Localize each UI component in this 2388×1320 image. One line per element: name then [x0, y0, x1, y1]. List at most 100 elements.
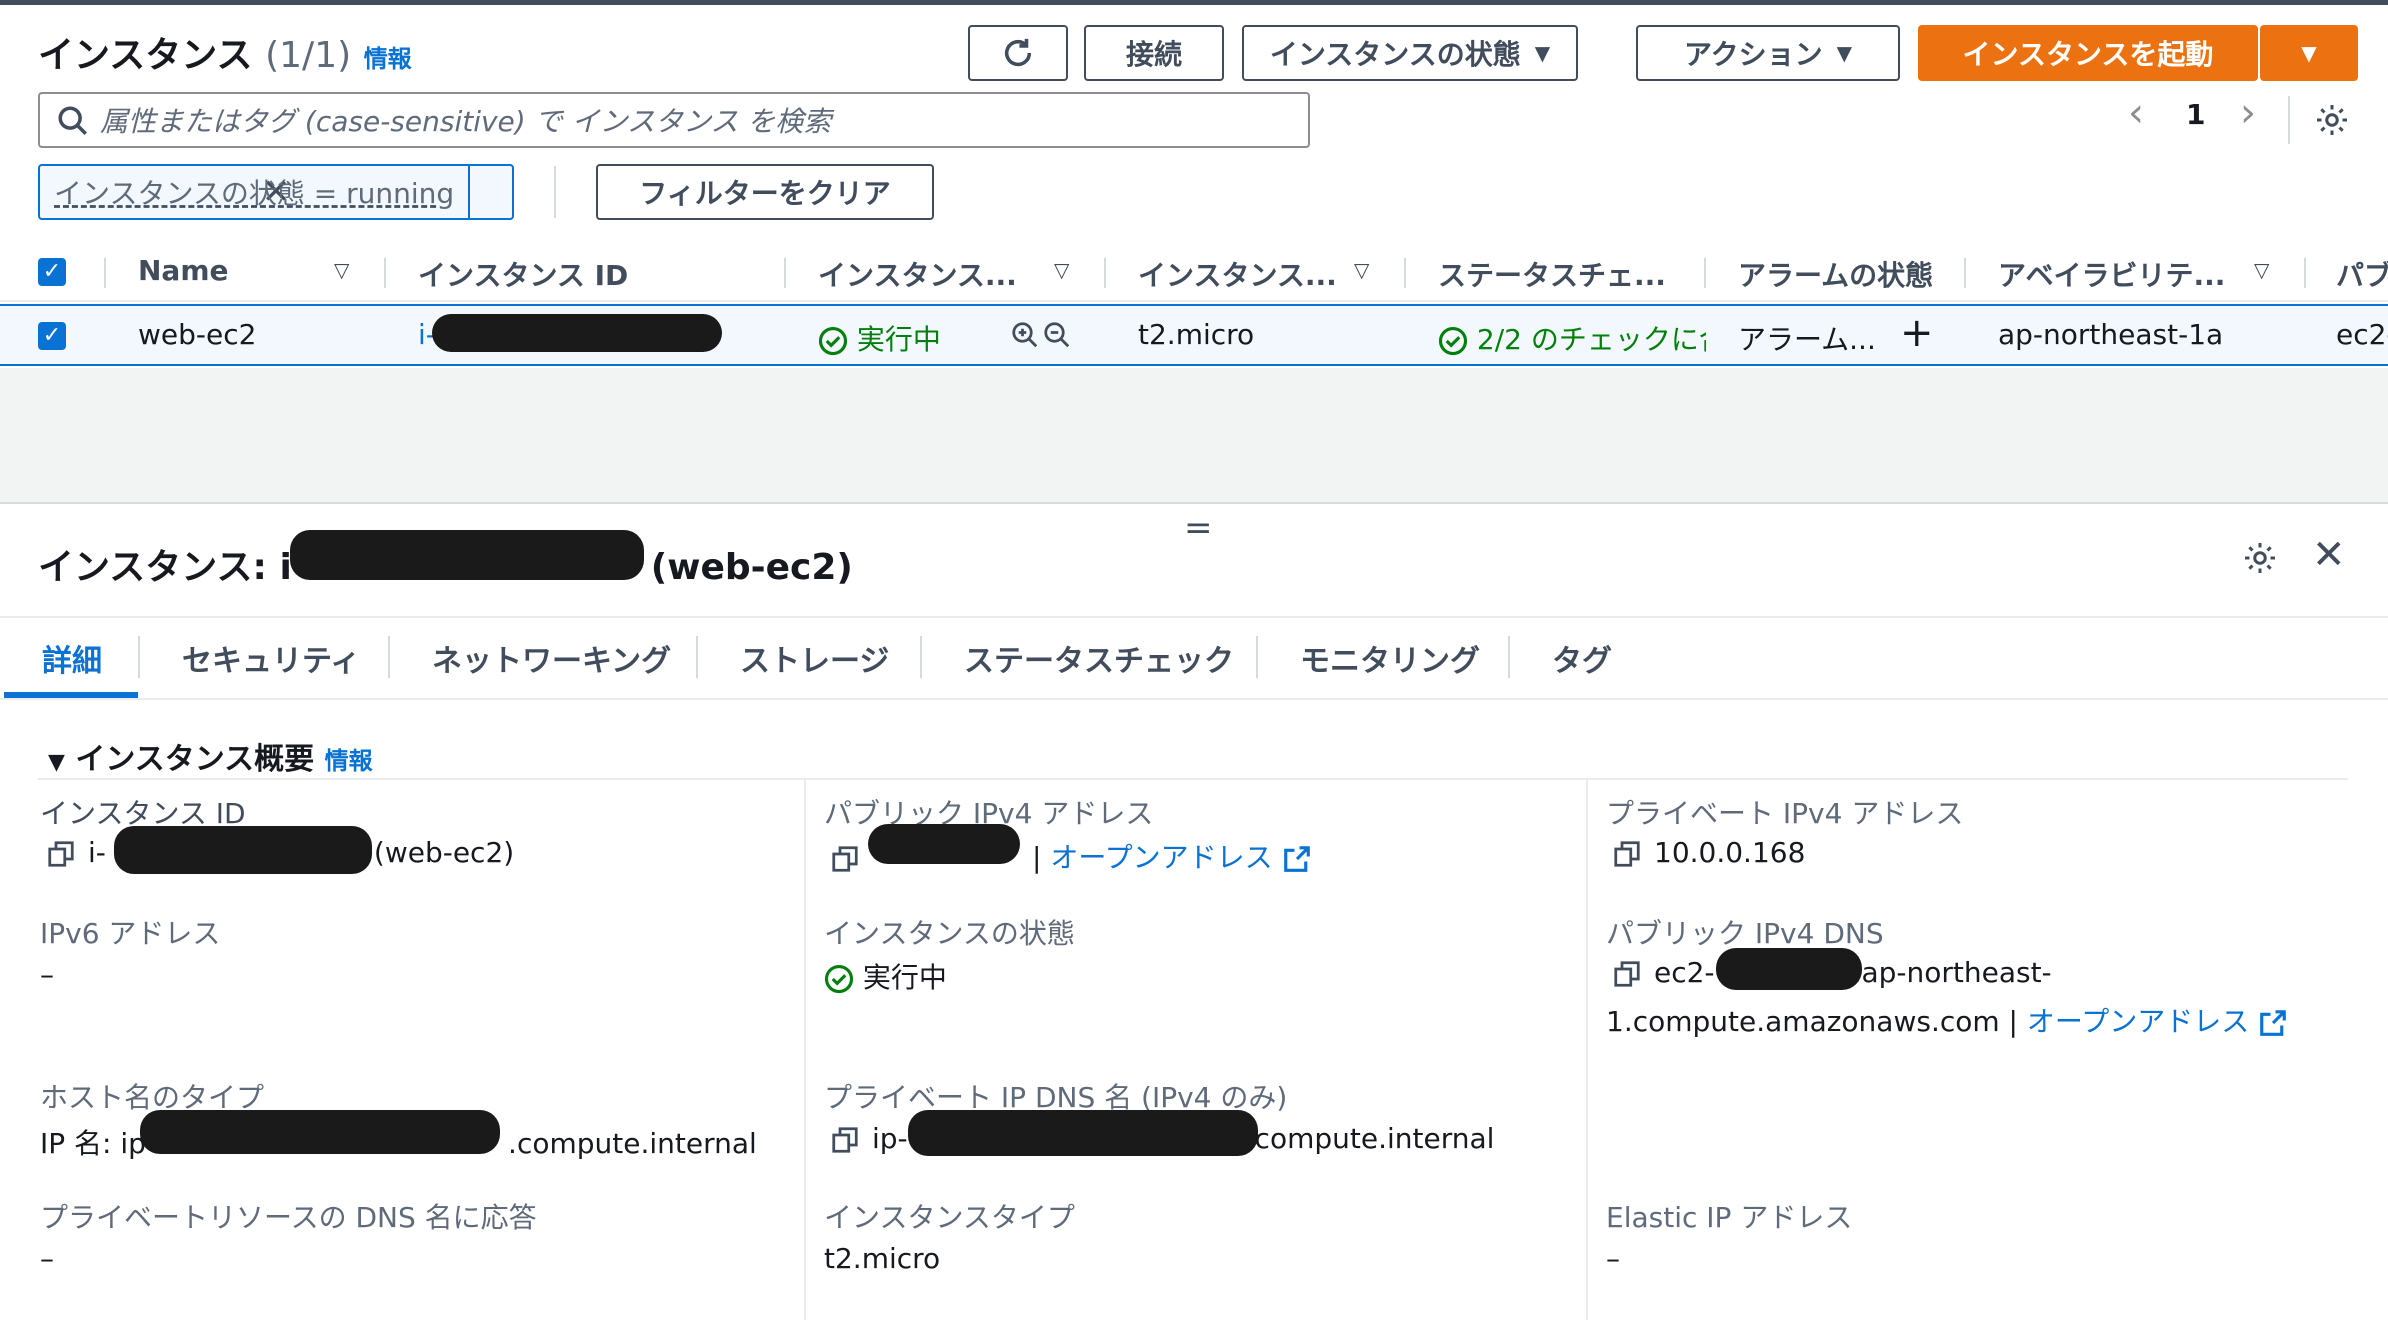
sort-icon[interactable]: ▽	[334, 258, 349, 282]
next-page-button[interactable]: ›	[2240, 90, 2256, 136]
column-divider	[1586, 780, 1588, 1320]
column-divider	[384, 258, 386, 288]
sort-icon[interactable]: ▽	[1354, 258, 1369, 282]
instance-count: (1/1)	[265, 35, 352, 76]
search-icon	[58, 106, 88, 136]
instance-state-value: 実行中	[824, 956, 947, 996]
resource-dns-value: –	[40, 1242, 54, 1275]
instance-id-prefix: i-	[88, 836, 106, 869]
public-dns-suffix: .ap-northeast-	[1852, 956, 2052, 989]
redaction	[868, 824, 1020, 864]
redaction	[908, 1110, 1258, 1156]
public-dns-line2-text: 1.compute.amazonaws.com |	[1606, 1005, 2018, 1038]
tab-details[interactable]: 詳細	[42, 636, 102, 680]
open-address-link[interactable]: オープンアドレス	[2027, 1005, 2249, 1038]
filter-token-label: インスタンスの状態 = running	[40, 166, 471, 218]
launch-instance-button[interactable]: インスタンスを起動	[1918, 25, 2258, 81]
search-placeholder: 属性またはタグ (case-sensitive) で インスタンス を検索	[100, 105, 832, 138]
column-header-status-check[interactable]: ステータスチェ...	[1438, 254, 1666, 294]
tab-status-checks[interactable]: ステータスチェック	[964, 636, 1234, 680]
divider	[2288, 96, 2290, 144]
external-link-icon[interactable]	[2258, 1008, 2288, 1038]
cell-status-check: 2/2 のチェックに合	[1438, 318, 1706, 358]
detail-title-prefix: インスタンス: i-	[38, 547, 307, 588]
collapse-caret-icon: ▼	[48, 750, 65, 775]
column-header-alarm-status[interactable]: アラームの状態	[1738, 254, 1933, 294]
instance-state-dropdown[interactable]: インスタンスの状態 ▼	[1242, 25, 1578, 81]
section-info-link[interactable]: 情報	[325, 747, 373, 775]
tab-divider	[388, 636, 390, 678]
hostname-prefix: IP 名: ip-	[40, 1127, 157, 1160]
search-input[interactable]: 属性またはタグ (case-sensitive) で インスタンス を検索	[38, 92, 1310, 148]
cell-name: web-ec2	[138, 318, 257, 351]
settings-gear-icon[interactable]	[2314, 102, 2350, 138]
sort-icon[interactable]: ▽	[1054, 258, 1069, 282]
tab-tags[interactable]: タグ	[1552, 636, 1612, 680]
ipv6-value: –	[40, 958, 54, 991]
copy-icon[interactable]	[1612, 959, 1642, 989]
column-divider	[1964, 258, 1966, 288]
panel-settings-gear-icon[interactable]	[2242, 540, 2278, 576]
section-header[interactable]: ▼ インスタンス概要 情報	[48, 734, 373, 778]
section-title: インスタンス概要	[75, 742, 315, 777]
page-number[interactable]: 1	[2186, 98, 2205, 131]
copy-icon[interactable]	[830, 1125, 860, 1155]
launch-label: インスタンスを起動	[1962, 38, 2214, 71]
connect-button[interactable]: 接続	[1084, 25, 1224, 81]
close-panel-icon[interactable]: ✕	[2312, 532, 2346, 578]
clear-filters-button[interactable]: フィルターをクリア	[596, 164, 934, 220]
tab-storage[interactable]: ストレージ	[740, 636, 889, 680]
prev-page-button[interactable]: ‹	[2128, 90, 2144, 136]
refresh-button[interactable]	[968, 25, 1068, 81]
column-divider	[1104, 258, 1106, 288]
caret-down-icon: ▼	[1534, 41, 1551, 65]
public-dns-prefix: ec2-	[1654, 956, 1715, 989]
check-circle-icon	[818, 326, 848, 356]
column-divider	[1704, 258, 1706, 288]
sort-icon[interactable]: ▽	[2254, 258, 2269, 282]
info-link[interactable]: 情報	[364, 45, 412, 73]
resource-dns-label: プライベートリソースの DNS 名に応答	[40, 1201, 537, 1234]
copy-icon[interactable]	[1612, 839, 1642, 869]
row-checkbox[interactable]: ✓	[38, 322, 66, 350]
instance-type-value: t2.micro	[824, 1242, 941, 1275]
column-header-availability-zone[interactable]: アベイラビリテ...	[1998, 254, 2225, 294]
ipv6-label: IPv6 アドレス	[40, 917, 221, 950]
redaction	[114, 826, 372, 874]
public-dns-value-line2: 1.compute.amazonaws.com | オープンアドレス	[1606, 1000, 2288, 1040]
column-header-instance-id[interactable]: インスタンス ID	[418, 254, 628, 294]
caret-down-icon: ▼	[1836, 41, 1852, 65]
select-all-checkbox[interactable]: ✓	[38, 258, 66, 286]
filter-token[interactable]: インスタンスの状態 = running ✕	[38, 164, 514, 220]
tab-security[interactable]: セキュリティ	[182, 636, 360, 680]
check-circle-icon	[824, 964, 854, 994]
copy-icon[interactable]	[830, 844, 860, 874]
column-header-instance-state[interactable]: インスタンス...	[818, 254, 1017, 294]
add-alarm-icon[interactable]: +	[1900, 310, 1934, 356]
tab-networking[interactable]: ネットワーキング	[432, 636, 671, 680]
status-check-text: 2/2 のチェックに合	[1476, 323, 1706, 356]
split-panel-resize-handle[interactable]: =	[1184, 508, 1213, 548]
elastic-ip-value: –	[1606, 1242, 1620, 1275]
zoom-out-icon[interactable]	[1042, 320, 1072, 350]
zoom-in-icon[interactable]	[1010, 320, 1040, 350]
actions-label: アクション	[1684, 38, 1823, 71]
tab-monitoring[interactable]: モニタリング	[1300, 636, 1480, 680]
launch-options-dropdown[interactable]: ▼	[2260, 25, 2358, 81]
external-link-icon[interactable]	[1282, 844, 1312, 874]
tab-divider	[696, 636, 698, 678]
top-border	[0, 0, 2388, 5]
instance-state-label: インスタンスの状態	[1269, 38, 1521, 71]
column-header-name[interactable]: Name	[138, 254, 229, 287]
column-header-public-dns[interactable]: パブ	[2336, 254, 2388, 294]
open-address-link[interactable]: オープンアドレス	[1050, 841, 1272, 874]
column-header-instance-type[interactable]: インスタンス...	[1138, 254, 1337, 294]
redaction	[432, 314, 722, 352]
detail-title-suffix: (web-ec2)	[650, 547, 853, 588]
check-circle-icon	[1438, 326, 1468, 356]
column-divider	[804, 780, 806, 1320]
copy-icon[interactable]	[46, 839, 76, 869]
actions-dropdown[interactable]: アクション ▼	[1636, 25, 1900, 81]
public-dns-label: パブリック IPv4 DNS	[1606, 917, 1884, 950]
state-text: 実行中	[856, 323, 941, 356]
